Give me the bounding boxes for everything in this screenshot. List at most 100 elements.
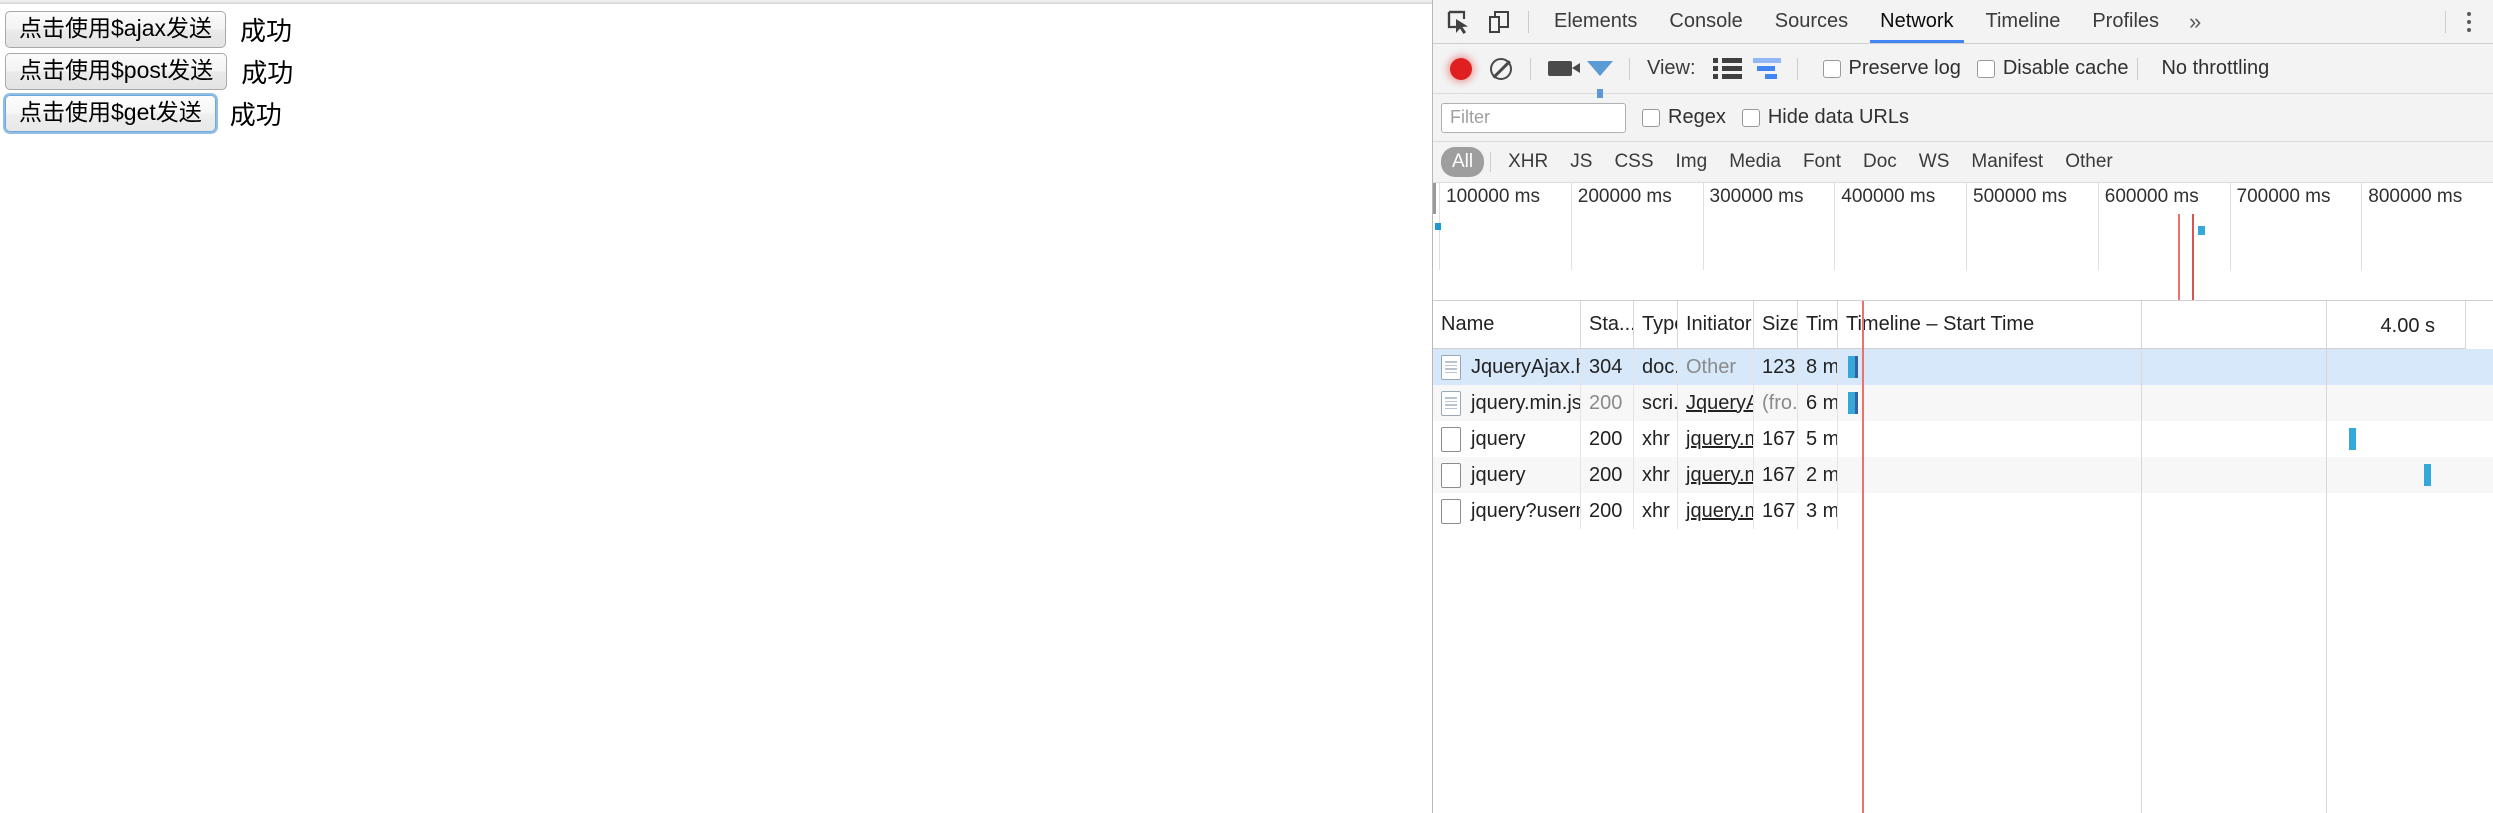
cell-status: 200 bbox=[1581, 385, 1634, 421]
kebab-menu-icon[interactable] bbox=[2455, 11, 2483, 32]
waterfall-bar bbox=[2424, 464, 2432, 486]
column-header[interactable]: Initiator bbox=[1678, 301, 1754, 349]
column-header[interactable]: Timeline – Start Time 4.00 s bbox=[1838, 301, 2493, 349]
cell-time: 3 ms bbox=[1798, 493, 1838, 529]
preserve-log-checkbox[interactable]: Preserve log bbox=[1822, 57, 1961, 80]
filter-input[interactable] bbox=[1441, 102, 1626, 133]
type-filter-manifest[interactable]: Manifest bbox=[1960, 147, 2054, 177]
toolbar-divider-right bbox=[2445, 10, 2446, 33]
ctrl-divider-4 bbox=[2137, 57, 2139, 80]
ctrl-divider-1 bbox=[1530, 57, 1531, 80]
request-result-text-1: 成功 bbox=[239, 16, 292, 46]
type-filter-js[interactable]: JS bbox=[1559, 147, 1603, 177]
throttling-select[interactable]: No throttling bbox=[2147, 57, 2283, 80]
overview-tick-label: 100000 ms bbox=[1446, 186, 1541, 207]
cell-name[interactable]: jquery?usernam... bbox=[1433, 493, 1581, 529]
tab-profiles[interactable]: Profiles bbox=[2076, 0, 2175, 43]
capture-screenshots-icon[interactable] bbox=[1540, 49, 1580, 89]
disable-cache-label: Disable cache bbox=[2002, 57, 2129, 79]
inspect-element-icon[interactable] bbox=[1439, 2, 1479, 42]
regex-box[interactable] bbox=[1642, 108, 1660, 127]
overview-tick: 400000 ms bbox=[1834, 183, 1935, 270]
request-name: jquery bbox=[1471, 427, 1526, 450]
cell-name[interactable]: jquery bbox=[1433, 457, 1581, 493]
column-header[interactable]: Sta... bbox=[1581, 301, 1634, 349]
request-name: jquery?usernam... bbox=[1471, 499, 1580, 522]
overview-event-marker bbox=[1435, 223, 1441, 230]
tab-network[interactable]: Network bbox=[1864, 0, 1969, 43]
cell-name[interactable]: JqueryAjax.html bbox=[1433, 349, 1581, 385]
column-header-label: Size bbox=[1762, 313, 1798, 335]
cell-name[interactable]: jquery.min.js bbox=[1433, 385, 1581, 421]
hide-data-urls-checkbox[interactable]: Hide data URLs bbox=[1741, 106, 1909, 129]
column-header[interactable]: Time bbox=[1798, 301, 1838, 349]
waterfall-view-icon[interactable] bbox=[1748, 49, 1788, 89]
waterfall-divider-2 bbox=[2326, 301, 2327, 813]
type-filter-all[interactable]: All bbox=[1441, 147, 1485, 177]
cell-name[interactable]: jquery bbox=[1433, 421, 1581, 457]
column-header-label: Name bbox=[1441, 313, 1495, 335]
filter-funnel-icon[interactable] bbox=[1580, 49, 1620, 98]
column-header[interactable]: Type bbox=[1634, 301, 1678, 349]
overview-tick: 200000 ms bbox=[1570, 183, 1672, 270]
hide-data-urls-label: Hide data URLs bbox=[1767, 106, 1909, 128]
toolbar-divider bbox=[1528, 10, 1529, 33]
waterfall-header-divider bbox=[2465, 301, 2493, 349]
type-filter-font[interactable]: Font bbox=[1792, 147, 1852, 177]
overview-left-handle[interactable] bbox=[1433, 183, 1436, 214]
send-request-button-3[interactable]: 点击使用$get发送 bbox=[5, 95, 216, 132]
type-filter-xhr[interactable]: XHR bbox=[1497, 147, 1559, 177]
table-row[interactable]: jquery 200xhrjquery.m...167...5 ms bbox=[1433, 421, 2493, 457]
waterfall-tick-label: 4.00 s bbox=[2380, 314, 2435, 337]
devtools-panel: Elements Console Sources Network Timeline Pro… bbox=[1432, 0, 2493, 813]
regex-checkbox[interactable]: Regex bbox=[1642, 106, 1726, 129]
table-row[interactable]: jquery.min.js200scri...JqueryA...(fro...… bbox=[1433, 385, 2493, 421]
request-name: jquery bbox=[1471, 463, 1526, 486]
list-view-icon[interactable] bbox=[1708, 49, 1748, 89]
disable-cache-checkbox[interactable]: Disable cache bbox=[1976, 57, 2129, 80]
tab-console[interactable]: Console bbox=[1653, 0, 1758, 43]
cell-initiator: JqueryA... bbox=[1678, 385, 1754, 421]
cell-type: xhr bbox=[1634, 493, 1678, 529]
waterfall-load-line bbox=[1862, 301, 1864, 813]
waterfall-bar bbox=[1847, 392, 1855, 414]
waterfall-bar bbox=[2348, 428, 2356, 450]
type-filter-ws[interactable]: WS bbox=[1908, 147, 1961, 177]
more-tabs-icon[interactable]: » bbox=[2175, 9, 2215, 35]
type-filter-doc[interactable]: Doc bbox=[1852, 147, 1908, 177]
network-overview[interactable]: 100000 ms 200000 ms 300000 ms 400000 ms 5000… bbox=[1433, 183, 2493, 301]
cell-status: 200 bbox=[1581, 457, 1634, 493]
hide-data-urls-box[interactable] bbox=[1741, 108, 1760, 127]
ctrl-divider-3 bbox=[1796, 57, 1798, 80]
cell-initiator: jquery.m... bbox=[1678, 457, 1754, 493]
send-request-button-2[interactable]: 点击使用$post发送 bbox=[5, 53, 228, 90]
table-row[interactable]: JqueryAjax.html304doc...Other123...8 ms bbox=[1433, 349, 2493, 385]
type-filter-css[interactable]: CSS bbox=[1603, 147, 1664, 177]
cell-waterfall bbox=[1838, 349, 2493, 385]
tab-timeline[interactable]: Timeline bbox=[1970, 0, 2077, 43]
column-header-label: Sta... bbox=[1589, 313, 1634, 335]
tab-elements[interactable]: Elements bbox=[1538, 0, 1653, 43]
type-filter-other[interactable]: Other bbox=[2054, 147, 2124, 177]
ajax-demo-row: 点击使用$get发送 成功 bbox=[5, 95, 1432, 132]
cell-initiator: Other bbox=[1678, 349, 1754, 385]
preserve-log-box[interactable] bbox=[1822, 59, 1841, 78]
document-icon bbox=[1441, 390, 1461, 416]
clear-icon[interactable] bbox=[1481, 49, 1521, 89]
table-row[interactable]: jquery 200xhrjquery.m...167...2 ms bbox=[1433, 457, 2493, 493]
cell-type: xhr bbox=[1634, 421, 1678, 457]
table-row[interactable]: jquery?usernam...200xhrjquery.m...167...… bbox=[1433, 493, 2493, 529]
web-page-viewport: 点击使用$ajax发送 成功 点击使用$post发送 成功 点击使用$get发送 成功 bbox=[0, 0, 1432, 813]
record-icon[interactable] bbox=[1441, 49, 1481, 89]
type-filter-media[interactable]: Media bbox=[1718, 147, 1792, 177]
type-filter-img[interactable]: Img bbox=[1665, 147, 1719, 177]
tab-sources[interactable]: Sources bbox=[1759, 0, 1864, 43]
column-header[interactable]: Size bbox=[1754, 301, 1798, 349]
device-toolbar-icon[interactable] bbox=[1479, 2, 1519, 42]
cell-type: doc... bbox=[1634, 349, 1678, 385]
overview-tick-label: 400000 ms bbox=[1841, 186, 1936, 207]
send-request-button-1[interactable]: 点击使用$ajax发送 bbox=[5, 11, 226, 48]
disable-cache-box[interactable] bbox=[1976, 59, 1995, 78]
network-requests-table: Name Sta...TypeInitiator SizeTimeTimeline … bbox=[1433, 301, 2493, 813]
column-header[interactable]: Name bbox=[1433, 301, 1581, 349]
